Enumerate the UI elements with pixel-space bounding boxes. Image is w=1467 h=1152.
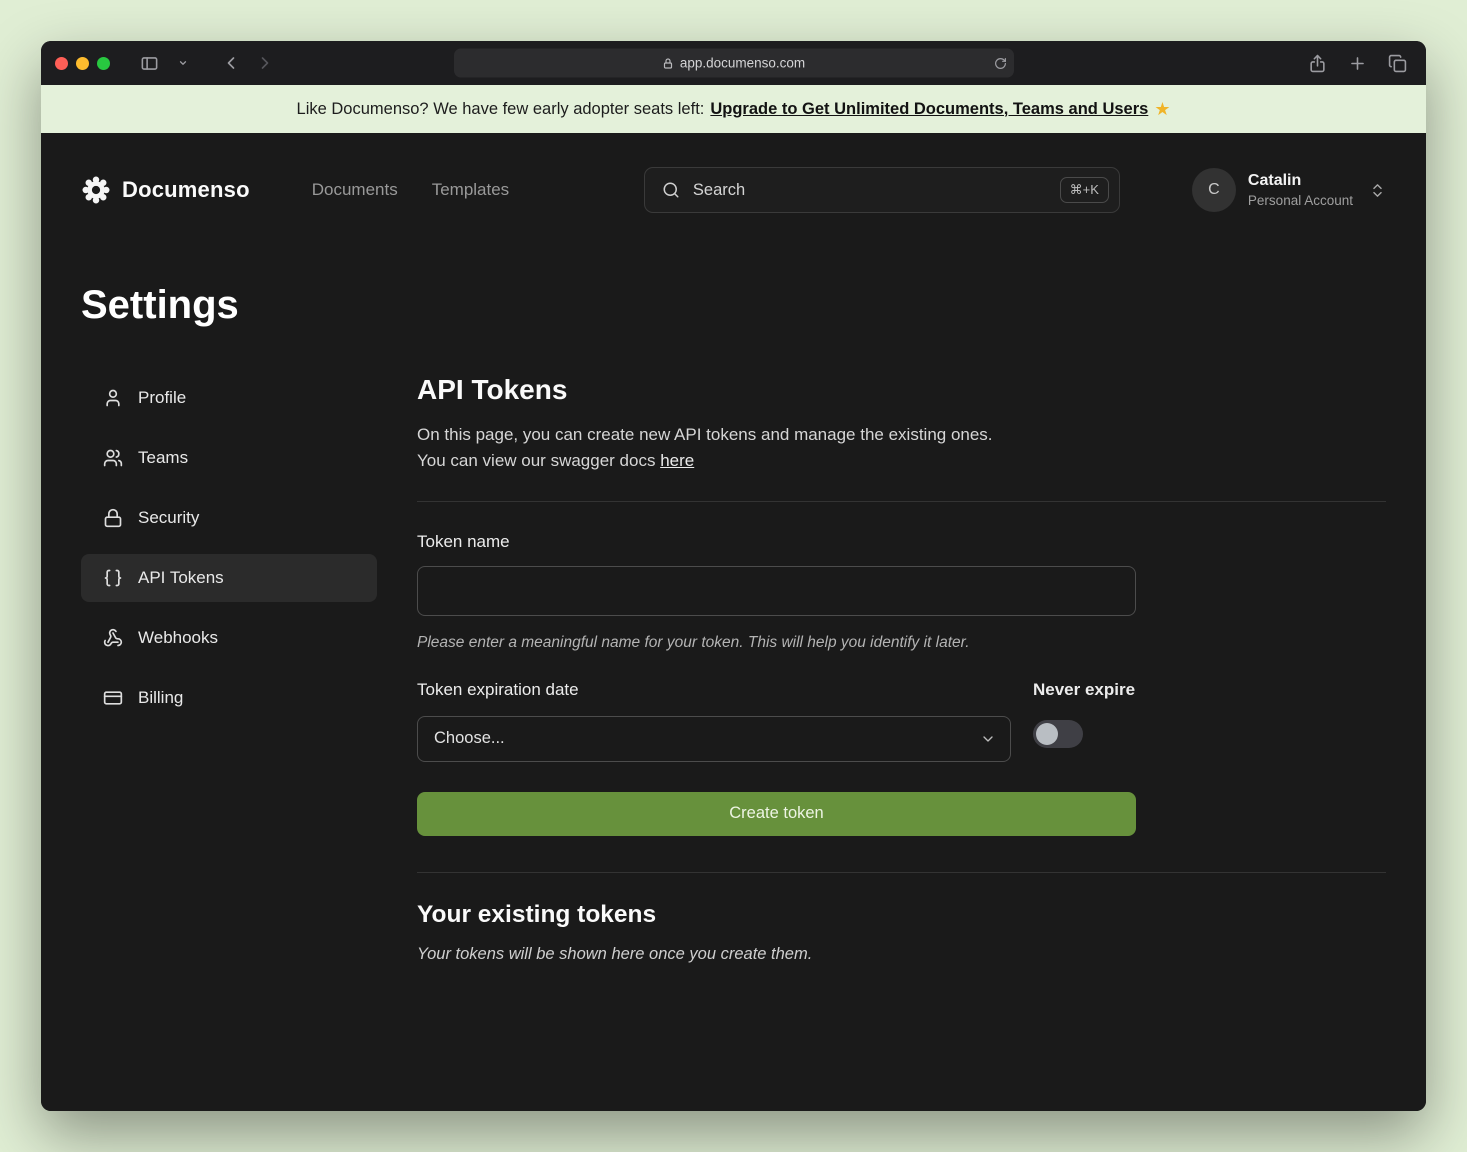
section-description: On this page, you can create new API tok…	[417, 422, 1386, 475]
chevron-down-icon[interactable]	[168, 50, 198, 76]
section-title: API Tokens	[417, 374, 1386, 406]
sidebar-item-label: API Tokens	[138, 568, 224, 588]
settings-sidebar: Profile Teams Security	[81, 374, 377, 964]
token-name-input[interactable]	[417, 566, 1136, 616]
tabs-overview-icon[interactable]	[1382, 50, 1412, 76]
description-line1: On this page, you can create new API tok…	[417, 422, 1386, 448]
search-input[interactable]	[691, 180, 1049, 201]
upgrade-link[interactable]: Upgrade to Get Unlimited Documents, Team…	[710, 100, 1148, 119]
main-nav: Documents Templates	[312, 180, 509, 200]
zoom-button[interactable]	[97, 57, 110, 70]
nav-templates[interactable]: Templates	[432, 180, 509, 200]
lock-icon	[103, 508, 123, 528]
sidebar-item-profile[interactable]: Profile	[81, 374, 377, 422]
sidebar-item-api-tokens[interactable]: API Tokens	[81, 554, 377, 602]
account-subtitle: Personal Account	[1248, 192, 1353, 210]
minimize-button[interactable]	[76, 57, 89, 70]
address-bar[interactable]: app.documenso.com	[454, 49, 1014, 78]
account-menu[interactable]: C Catalin Personal Account	[1192, 168, 1386, 212]
user-icon	[103, 388, 123, 408]
nav-documents[interactable]: Documents	[312, 180, 398, 200]
sidebar-item-teams[interactable]: Teams	[81, 434, 377, 482]
token-name-hint: Please enter a meaningful name for your …	[417, 634, 1386, 652]
traffic-lights	[55, 57, 110, 70]
url-text: app.documenso.com	[680, 56, 805, 71]
sidebar-item-label: Security	[138, 508, 199, 528]
existing-tokens-title: Your existing tokens	[417, 901, 1386, 929]
create-token-button[interactable]: Create token	[417, 792, 1136, 836]
token-name-label: Token name	[417, 532, 1386, 552]
refresh-icon[interactable]	[994, 57, 1007, 70]
avatar: C	[1192, 168, 1236, 212]
new-tab-icon[interactable]	[1342, 50, 1372, 76]
app-header: Documenso Documents Templates ⌘+K C Cata…	[81, 133, 1386, 217]
sidebar-item-security[interactable]: Security	[81, 494, 377, 542]
forward-icon	[250, 50, 280, 76]
documenso-app: Documenso Documents Templates ⌘+K C Cata…	[41, 133, 1426, 1111]
expiration-label: Token expiration date	[417, 680, 1011, 700]
webhook-icon	[103, 628, 123, 648]
expiration-value: Choose...	[434, 729, 505, 748]
sidebar-toggle-icon[interactable]	[134, 50, 164, 76]
never-expire-label: Never expire	[1033, 680, 1135, 700]
sidebar-item-label: Webhooks	[138, 628, 218, 648]
chevrons-up-down-icon	[1369, 182, 1386, 199]
star-icon: ★	[1154, 99, 1170, 120]
description-line2: You can view our swagger docs here	[417, 448, 1386, 474]
braces-icon	[103, 568, 123, 588]
documenso-logo-icon	[81, 175, 111, 205]
divider	[417, 501, 1386, 502]
page-title: Settings	[81, 283, 1386, 328]
account-name: Catalin	[1248, 171, 1353, 192]
api-tokens-panel: API Tokens On this page, you can create …	[417, 374, 1386, 964]
credit-card-icon	[103, 688, 123, 708]
toggle-knob	[1036, 723, 1058, 745]
chevron-down-icon	[980, 731, 996, 747]
expiration-select[interactable]: Choose...	[417, 716, 1011, 762]
users-icon	[103, 448, 123, 468]
search-icon	[662, 181, 680, 199]
brand-name: Documenso	[122, 177, 250, 203]
sidebar-item-label: Billing	[138, 688, 183, 708]
back-icon[interactable]	[216, 50, 246, 76]
brand-logo[interactable]: Documenso	[81, 175, 250, 205]
promo-text: Like Documenso? We have few early adopte…	[297, 100, 705, 119]
sidebar-item-webhooks[interactable]: Webhooks	[81, 614, 377, 662]
share-icon[interactable]	[1302, 50, 1332, 76]
global-search[interactable]: ⌘+K	[644, 167, 1120, 213]
browser-toolbar: app.documenso.com	[41, 41, 1426, 85]
lock-icon	[662, 57, 674, 69]
never-expire-toggle[interactable]	[1033, 720, 1083, 748]
close-button[interactable]	[55, 57, 68, 70]
promo-banner: Like Documenso? We have few early adopte…	[41, 85, 1426, 133]
sidebar-item-label: Profile	[138, 388, 186, 408]
swagger-docs-link[interactable]: here	[660, 451, 694, 470]
browser-window: app.documenso.com Like Documenso? We hav…	[41, 41, 1426, 1111]
sidebar-item-label: Teams	[138, 448, 188, 468]
search-shortcut-badge: ⌘+K	[1060, 177, 1109, 203]
divider	[417, 872, 1386, 873]
sidebar-item-billing[interactable]: Billing	[81, 674, 377, 722]
existing-tokens-empty: Your tokens will be shown here once you …	[417, 945, 1386, 964]
